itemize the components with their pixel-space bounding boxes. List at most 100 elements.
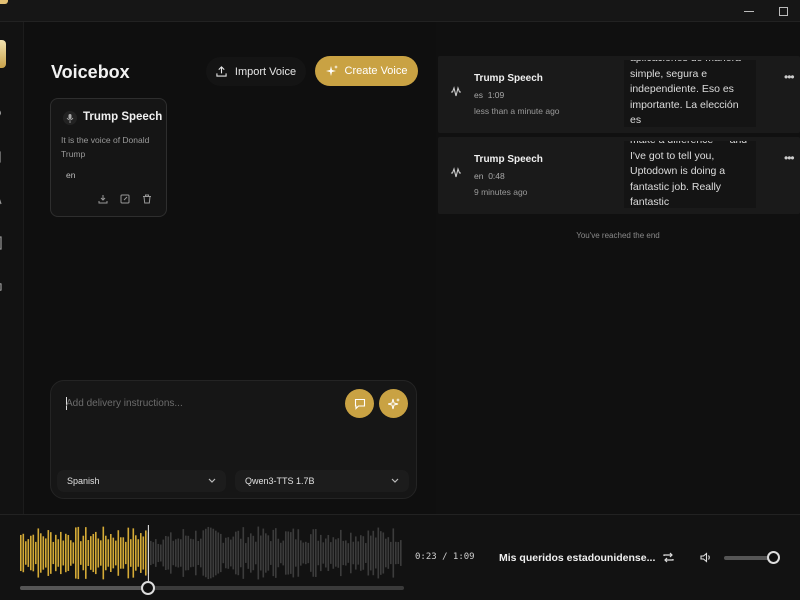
waveform-bar [207, 526, 210, 580]
sidebar-item-models[interactable] [0, 279, 6, 293]
create-voice-button[interactable]: Create Voice [315, 56, 418, 86]
more-options-icon[interactable]: ••• [784, 70, 795, 84]
download-icon[interactable] [98, 191, 108, 204]
waveform-bar [395, 541, 397, 565]
waveform-bar [37, 528, 40, 578]
waveform-bar [285, 531, 287, 575]
audio-player: 0:23 / 1:09 Mis queridos estadounidense.… [0, 514, 800, 600]
model-select[interactable]: Qwen3-TTS 1.7B [235, 470, 409, 492]
end-of-list-text: You've reached the end [576, 231, 660, 240]
waveform-bar [107, 539, 110, 567]
waveform-bar [312, 529, 315, 577]
waveform-bar [242, 527, 245, 579]
waveform-bar [245, 543, 247, 563]
waveform-bar [332, 537, 335, 569]
waveform-bar [252, 535, 255, 571]
edit-icon[interactable] [120, 191, 130, 204]
waveform-bar [295, 539, 297, 567]
waveform-bar [175, 539, 177, 567]
generation-text-content: aplicaciones de manera simple, segura e … [630, 60, 741, 126]
audio-waveform[interactable] [20, 525, 404, 581]
volume-icon[interactable] [700, 551, 712, 564]
more-options-icon[interactable]: ••• [784, 151, 795, 165]
sidebar-item-voices[interactable] [0, 106, 6, 120]
voice-card[interactable]: Trump Speech It is the voice of Donald T… [50, 98, 167, 217]
waveform-bar [292, 528, 295, 578]
waveform-bar [75, 527, 77, 579]
waveform-bar [385, 538, 387, 568]
waveform-bar [225, 537, 227, 569]
waveform-bar [95, 531, 97, 575]
waveform-bar [160, 544, 162, 562]
waveform-bar [360, 535, 362, 571]
waveform-bar [132, 528, 135, 578]
waveform-bar [315, 529, 317, 577]
history-panel: Trump Speech es 1:09 less than a minute … [436, 22, 800, 514]
waveform-bar [392, 528, 395, 578]
waveform-bar [345, 540, 347, 566]
waveform-bar [377, 527, 380, 579]
waveform-bar [92, 533, 95, 573]
waveform-bar [127, 527, 130, 579]
waveform-bar [212, 528, 215, 578]
waveform-bar [355, 536, 357, 570]
sidebar-item-audio[interactable] [0, 194, 6, 208]
waveform-bar [187, 535, 190, 571]
waveform-bar [55, 534, 57, 572]
generation-voice-name: Trump Speech [474, 154, 543, 165]
voices-icon [0, 110, 1, 116]
volume-handle[interactable] [767, 551, 780, 564]
chevron-down-icon [208, 478, 216, 483]
voice-description: It is the voice of Donald Trump [61, 135, 150, 159]
sidebar-item-files[interactable] [0, 236, 6, 250]
waveform-bar [197, 540, 200, 566]
seek-bar-fill [20, 586, 148, 590]
waveform-bar [280, 542, 282, 564]
waveform-bar [255, 541, 257, 565]
sidebar-item-stories[interactable] [0, 150, 6, 164]
chevron-down-icon [391, 478, 399, 483]
generation-text[interactable]: make a difference — and I've got to tell… [624, 141, 756, 208]
waveform-bar [222, 542, 225, 564]
import-voice-button[interactable]: Import Voice [206, 57, 306, 86]
generation-item[interactable]: Trump Speech en 0:48 9 minutes ago make … [438, 137, 800, 214]
minimize-icon[interactable] [738, 3, 760, 19]
waveform-bar [185, 535, 187, 571]
wave-icon [0, 199, 2, 205]
waveform-bar [287, 531, 290, 575]
waveform-bar [20, 534, 22, 572]
delivery-instructions-input[interactable]: Add delivery instructions... [66, 398, 183, 409]
waveform-bar [72, 542, 75, 564]
waveform-bar [45, 538, 47, 568]
seek-bar[interactable] [20, 581, 404, 595]
waveform-bar [157, 543, 160, 563]
language-select[interactable]: Spanish [57, 470, 226, 492]
waveform-bar [265, 533, 267, 573]
waveform-bar [192, 539, 195, 567]
generation-timestamp: 9 minutes ago [474, 187, 528, 197]
model-value: Qwen3-TTS 1.7B [245, 476, 315, 486]
loop-icon[interactable] [662, 551, 675, 564]
waveform-bar [190, 538, 192, 568]
generation-item[interactable]: Trump Speech es 1:09 less than a minute … [438, 56, 800, 133]
instructions-button[interactable] [345, 389, 374, 418]
waveform-bar [317, 540, 320, 566]
waveform-bar [367, 530, 370, 576]
maximize-icon[interactable] [772, 3, 794, 19]
waveform-bar [267, 535, 270, 571]
waveform-bar [40, 533, 42, 573]
generation-text[interactable]: aplicaciones de manera simple, segura e … [624, 60, 756, 127]
waveform-bar [32, 534, 35, 572]
generate-button[interactable] [379, 389, 408, 418]
generation-duration: 0:48 [488, 171, 505, 181]
trash-icon[interactable] [142, 191, 152, 204]
seek-handle[interactable] [140, 581, 155, 595]
sidebar [0, 22, 24, 514]
waveform-bar [67, 535, 70, 571]
waveform-bar [47, 530, 50, 576]
waveform-bar [60, 531, 62, 575]
waveform-bar [122, 537, 125, 569]
app-logo [0, 0, 8, 4]
sidebar-item-apps[interactable] [0, 322, 6, 336]
waveform-bar [155, 539, 157, 567]
